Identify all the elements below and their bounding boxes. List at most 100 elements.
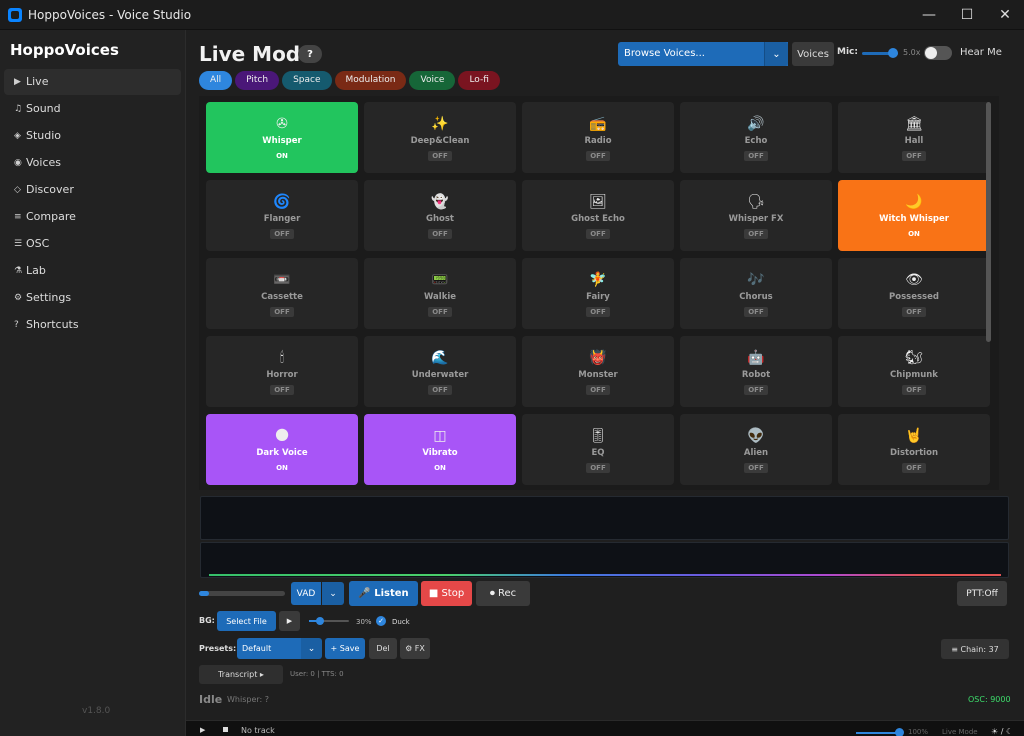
effect-tile-ghost[interactable]: 👻 Ghost OFF — [364, 180, 516, 251]
deep-clean-icon: ✨ — [431, 115, 449, 132]
effect-tile-chorus[interactable]: 🎶 Chorus OFF — [680, 258, 832, 329]
effect-state-badge: OFF — [586, 306, 610, 317]
filter-chip-lo-fi[interactable]: Lo-fi — [458, 71, 500, 90]
effect-tile-monster[interactable]: 👹 Monster OFF — [522, 336, 674, 407]
effect-tile-whisper[interactable]: ✇ Whisper ON — [206, 102, 358, 173]
sidebar-item-icon: ◇ — [14, 185, 21, 195]
close-button[interactable]: ✕ — [986, 0, 1024, 30]
spectrum-display — [200, 542, 1009, 578]
effect-tile-echo[interactable]: 🔊 Echo OFF — [680, 102, 832, 173]
effect-tile-flanger[interactable]: 🌀 Flanger OFF — [206, 180, 358, 251]
chipmunk-icon: 🐿 — [905, 349, 923, 366]
play-icon[interactable]: ▶ — [279, 611, 300, 631]
save-preset-button[interactable]: + Save — [325, 638, 365, 659]
sidebar-item-live[interactable]: ▶ Live — [4, 69, 181, 95]
hear-me-toggle-knob[interactable] — [925, 47, 937, 59]
filter-chip-all[interactable]: All — [199, 71, 233, 90]
sidebar-item-shortcuts[interactable]: ? Shortcuts — [4, 312, 181, 338]
category-filters: All Pitch Space Modulation Voice Lo-fi — [199, 71, 500, 90]
filter-chip-space[interactable]: Space — [282, 71, 332, 90]
effect-tile-distortion[interactable]: 🤘 Distortion OFF — [838, 414, 990, 485]
effect-tile-deep-clean[interactable]: ✨ Deep&Clean OFF — [364, 102, 516, 173]
effect-tile-whisper-fx[interactable]: 🗣 Whisper FX OFF — [680, 180, 832, 251]
sidebar-item-icon: ▶ — [14, 77, 21, 87]
theme-toggle-icon[interactable]: ☀ / ☾ — [991, 727, 1013, 736]
effect-tile-hall[interactable]: 🏛 Hall OFF — [838, 102, 990, 173]
effect-tile-eq[interactable]: 🎚 EQ OFF — [522, 414, 674, 485]
chevron-down-icon[interactable]: ⌄ — [322, 582, 344, 605]
sidebar-item-compare[interactable]: ≡ Compare — [4, 204, 181, 230]
minimize-button[interactable]: — — [910, 0, 948, 30]
sidebar-item-studio[interactable]: ◈ Studio — [4, 123, 181, 149]
effect-name: Monster — [578, 369, 618, 380]
sidebar-item-sound[interactable]: ♫ Sound — [4, 96, 181, 122]
transcript-button[interactable]: Transcript ▸ — [199, 665, 283, 684]
select-file-button[interactable]: Select File — [217, 611, 276, 631]
effect-tile-horror[interactable]: 🕯 Horror OFF — [206, 336, 358, 407]
effect-tile-vibrato[interactable]: ◫ Vibrato ON — [364, 414, 516, 485]
underwater-icon: 🌊 — [431, 349, 449, 366]
effect-tile-fairy[interactable]: 🧚 Fairy OFF — [522, 258, 674, 329]
effect-tile-robot[interactable]: 🤖 Robot OFF — [680, 336, 832, 407]
effect-state-badge: OFF — [902, 384, 926, 395]
osc-port-label: OSC: 9000 — [968, 695, 1011, 704]
effect-name: Possessed — [889, 291, 939, 302]
duck-checkbox[interactable]: ✓ — [376, 616, 386, 626]
chain-button[interactable]: ≡ Chain: 37 — [941, 639, 1009, 659]
effect-tile-cassette[interactable]: 📼 Cassette OFF — [206, 258, 358, 329]
sidebar-item-osc[interactable]: ☰ OSC — [4, 231, 181, 257]
sidebar-item-settings[interactable]: ⚙ Settings — [4, 285, 181, 311]
chevron-down-icon[interactable]: ⌄ — [301, 638, 322, 659]
record-button[interactable]: ⏺ Rec — [476, 581, 530, 606]
effect-name: Fairy — [586, 291, 610, 302]
effect-tile-radio[interactable]: 📻 Radio OFF — [522, 102, 674, 173]
effect-state-badge: OFF — [744, 150, 768, 161]
presets-label: Presets: — [199, 644, 237, 653]
filter-chip-pitch[interactable]: Pitch — [235, 71, 280, 90]
hear-me-label: Hear Me — [960, 47, 1002, 58]
help-button[interactable]: ? — [298, 45, 322, 63]
version-label: v1.8.0 — [82, 706, 111, 716]
effect-tile-witch-whisper[interactable]: 🌙 Witch Whisper ON — [838, 180, 990, 251]
delete-preset-button[interactable]: Del — [369, 638, 397, 659]
effect-tile-ghost-echo[interactable]: 🖼 Ghost Echo OFF — [522, 180, 674, 251]
ptt-button[interactable]: PTT:Off — [957, 581, 1007, 606]
sidebar-item-label: Sound — [26, 102, 61, 115]
filter-chip-voice[interactable]: Voice — [409, 71, 456, 90]
preset-select[interactable]: Default — [237, 638, 301, 659]
sidebar-item-icon: ⚙ — [14, 293, 23, 303]
sidebar-item-discover[interactable]: ◇ Discover — [4, 177, 181, 203]
bg-volume-handle[interactable] — [316, 617, 324, 625]
effect-tile-alien[interactable]: 👽 Alien OFF — [680, 414, 832, 485]
voices-button[interactable]: Voices — [792, 42, 834, 66]
brand-title: HoppoVoices — [10, 41, 119, 59]
fx-settings-button[interactable]: ⚙ FX — [400, 638, 430, 659]
stop-icon[interactable] — [223, 727, 228, 732]
effect-tile-underwater[interactable]: 🌊 Underwater OFF — [364, 336, 516, 407]
play-icon[interactable]: ▶ — [200, 726, 205, 734]
maximize-button[interactable]: ☐ — [948, 0, 986, 30]
effect-tile-dark-voice[interactable]: 🌑 Dark Voice ON — [206, 414, 358, 485]
effect-tile-chipmunk[interactable]: 🐿 Chipmunk OFF — [838, 336, 990, 407]
player-volume-handle[interactable] — [895, 728, 904, 736]
robot-icon: 🤖 — [747, 349, 765, 366]
effect-name: Robot — [741, 369, 771, 380]
effect-name: Whisper — [262, 135, 302, 146]
effect-tile-walkie[interactable]: 📟 Walkie OFF — [364, 258, 516, 329]
filter-chip-modulation[interactable]: Modulation — [334, 71, 407, 90]
sidebar-item-label: Compare — [26, 210, 76, 223]
witch-whisper-icon: 🌙 — [905, 193, 923, 210]
effects-scrollbar[interactable] — [986, 102, 991, 342]
browse-voices-select[interactable]: Browse Voices... — [618, 42, 788, 66]
sidebar-item-voices[interactable]: ◉ Voices — [4, 150, 181, 176]
sidebar-item-icon: ☰ — [14, 239, 23, 249]
vad-select[interactable]: VAD — [291, 582, 321, 605]
chevron-down-icon[interactable]: ⌄ — [764, 42, 788, 66]
mic-gain-handle[interactable] — [888, 48, 898, 58]
effect-name: Chipmunk — [890, 369, 938, 380]
sidebar-item-lab[interactable]: ⚗ Lab — [4, 258, 181, 284]
listen-button[interactable]: 🎤 Listen — [349, 581, 418, 606]
effect-tile-possessed[interactable]: 👁 Possessed OFF — [838, 258, 990, 329]
stop-button[interactable]: ■ Stop — [421, 581, 472, 606]
effect-state-badge: OFF — [902, 462, 926, 473]
